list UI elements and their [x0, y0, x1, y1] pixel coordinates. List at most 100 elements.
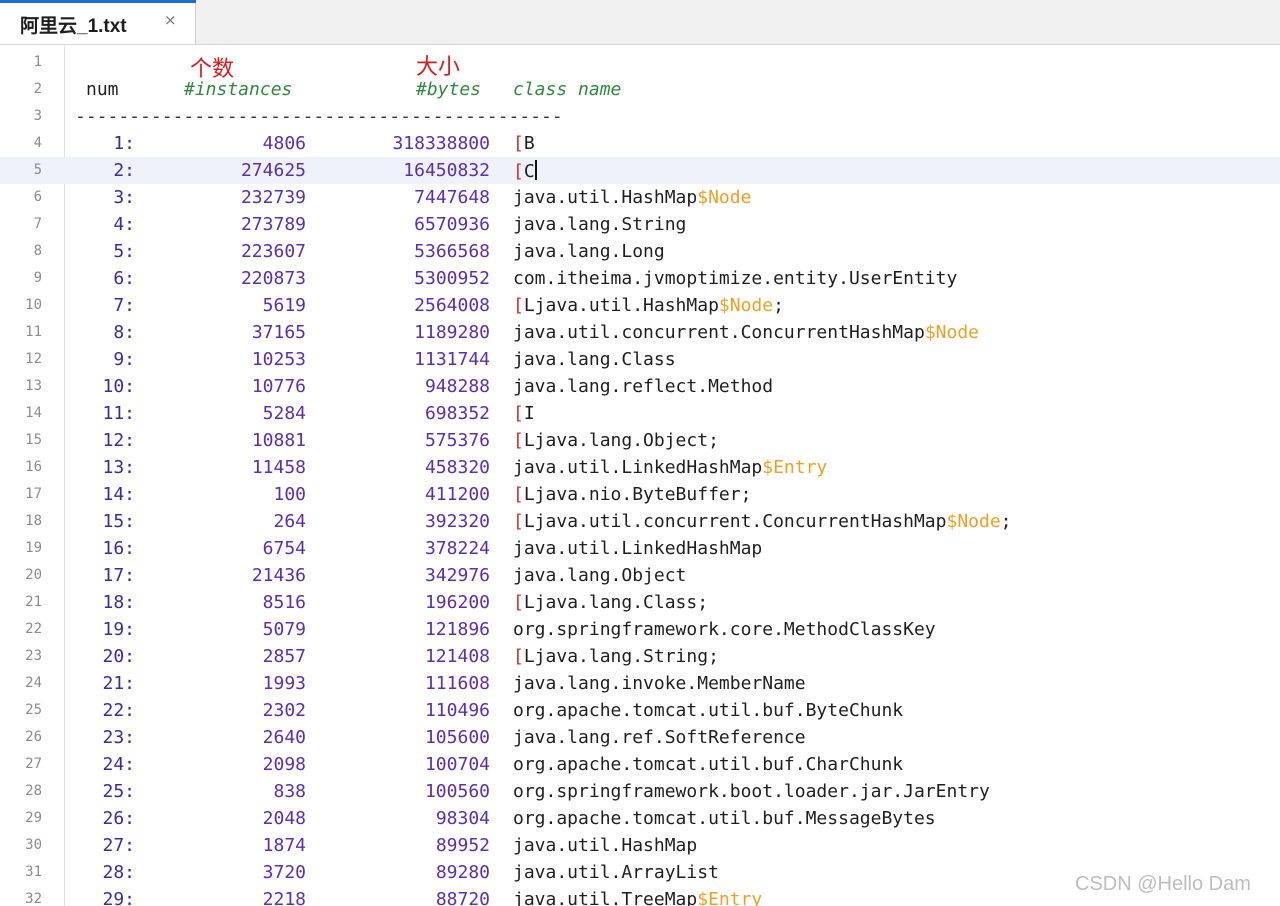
- tab-file[interactable]: 阿里云_1.txt ×: [0, 0, 196, 44]
- row-class-name: java.util.concurrent.ConcurrentHashMap$N…: [513, 322, 979, 343]
- row-instances: 2048: [262, 808, 306, 829]
- class-name-text: java.lang.Object: [513, 565, 687, 586]
- editor-line[interactable]: 17 14: 100 411200 [Ljava.nio.ByteBuffer;: [0, 481, 1280, 508]
- row-class-name: java.lang.ref.SoftReference: [513, 727, 806, 748]
- row-bytes: 342976: [424, 565, 490, 586]
- line-number: 19: [25, 540, 42, 556]
- class-name-text: java.util.HashMap: [513, 835, 698, 856]
- class-name-text: java.util.LinkedHashMap: [513, 538, 763, 559]
- editor-line[interactable]: 27 24: 2098 100704 org.apache.tomcat.util.bu…: [0, 751, 1280, 778]
- line-number: 24: [25, 675, 42, 691]
- line-number: 12: [25, 351, 42, 367]
- editor-line[interactable]: 15 12: 10881 575376 [Ljava.lang.Object;: [0, 427, 1280, 454]
- class-name-text: java.lang.invoke.MemberName: [513, 673, 806, 694]
- class-name-text: I: [523, 403, 535, 424]
- row-class-name: java.lang.String: [513, 214, 686, 235]
- row-num: 15:: [102, 511, 135, 532]
- class-name-text: java.util.HashMap: [513, 187, 698, 208]
- row-class-name: java.util.LinkedHashMap$Entry: [513, 457, 827, 478]
- row-bytes: 458320: [424, 457, 490, 478]
- class-name-text: java.lang.String: [513, 214, 687, 235]
- editor-line[interactable]: 29 26: 2048 98304 org.apache.tomcat.util.buf…: [0, 805, 1280, 832]
- editor-line[interactable]: 12 9: 10253 1131744 java.lang.Class: [0, 346, 1280, 373]
- editor-line[interactable]: 20 17: 21436 342976 java.lang.Object: [0, 562, 1280, 589]
- editor-line[interactable]: 18 15: 264 392320 [Ljava.util.concurrent.Con…: [0, 508, 1280, 535]
- editor-line[interactable]: 11 8: 37165 1189280 java.util.concurrent.Con…: [0, 319, 1280, 346]
- class-name-text: java.util.LinkedHashMap: [513, 457, 763, 478]
- row-instances: 11458: [251, 457, 306, 478]
- editor-line[interactable]: 8 5: 223607 5366568 java.lang.Long: [0, 238, 1280, 265]
- row-num: 23:: [102, 727, 135, 748]
- line-number: 17: [25, 486, 42, 502]
- row-class-name: [Ljava.nio.ByteBuffer;: [513, 484, 751, 505]
- class-array-prefix: [: [513, 133, 524, 154]
- tab-title[interactable]: 阿里云_1.txt: [20, 11, 127, 38]
- row-bytes: 575376: [424, 430, 490, 451]
- line-number: 29: [25, 810, 42, 826]
- row-bytes: 6570936: [414, 214, 490, 235]
- line-number: 32: [25, 891, 42, 906]
- editor-line[interactable]: 22 19: 5079 121896 org.springframework.core.…: [0, 616, 1280, 643]
- editor-line[interactable]: 7 4: 273789 6570936 java.lang.String: [0, 211, 1280, 238]
- editor-line[interactable]: 26 23: 2640 105600 java.lang.ref.SoftReferen…: [0, 724, 1280, 751]
- editor-line[interactable]: 2 num #instances #bytes class name: [0, 76, 1280, 103]
- editor[interactable]: 个数 大小 1 2 num #instances #bytes class name 3 --…: [0, 45, 1280, 906]
- row-num: 24:: [102, 754, 135, 775]
- class-inner-suffix: $Node: [718, 295, 774, 316]
- row-num: 27:: [102, 835, 135, 856]
- row-class-name: [Ljava.util.concurrent.ConcurrentHashMap…: [513, 511, 1012, 532]
- class-name-text: java.lang.Class: [513, 349, 676, 370]
- row-num: 6:: [113, 268, 135, 289]
- editor-line[interactable]: 25 22: 2302 110496 org.apache.tomcat.util.bu…: [0, 697, 1280, 724]
- close-icon[interactable]: ×: [164, 11, 177, 29]
- row-bytes: 88720: [435, 889, 490, 906]
- row-num: 19:: [102, 619, 135, 640]
- class-name-text: Ljava.util.HashMap: [523, 295, 719, 316]
- editor-line[interactable]: 21 18: 8516 196200 [Ljava.lang.Class;: [0, 589, 1280, 616]
- editor-line[interactable]: 19 16: 6754 378224 java.util.LinkedHashMap: [0, 535, 1280, 562]
- editor-line[interactable]: 14 11: 5284 698352 [I: [0, 400, 1280, 427]
- line-number: 10: [25, 297, 42, 313]
- editor-line[interactable]: 13 10: 10776 948288 java.lang.reflect.Method: [0, 373, 1280, 400]
- row-instances: 2857: [262, 646, 306, 667]
- row-num: 20:: [102, 646, 135, 667]
- editor-line[interactable]: 3 ---------------------------------------…: [0, 103, 1280, 130]
- editor-line[interactable]: 24 21: 1993 111608 java.lang.invoke.MemberNa…: [0, 670, 1280, 697]
- editor-line[interactable]: 4 1: 4806 318338800 [B: [0, 130, 1280, 157]
- row-bytes: 392320: [424, 511, 490, 532]
- row-instances: 10776: [251, 376, 306, 397]
- class-name-text: Ljava.lang.String;: [523, 646, 719, 667]
- editor-line[interactable]: 6 3: 232739 7447648 java.util.HashMap$Node: [0, 184, 1280, 211]
- class-inner-suffix: $Entry: [762, 457, 828, 478]
- line-number: 3: [33, 108, 42, 124]
- class-name-text: Ljava.lang.Object;: [523, 430, 719, 451]
- row-class-name: com.itheima.jvmoptimize.entity.UserEntit…: [513, 268, 957, 289]
- row-class-name: java.lang.invoke.MemberName: [513, 673, 806, 694]
- line-number: 9: [33, 270, 42, 286]
- editor-line[interactable]: 5 2: 274625 16450832 [C: [0, 157, 1280, 184]
- editor-line[interactable]: 28 25: 838 100560 org.springframework.boot.l…: [0, 778, 1280, 805]
- row-bytes: 7447648: [414, 187, 490, 208]
- row-num: 2:: [113, 160, 135, 181]
- editor-line[interactable]: 16 13: 11458 458320 java.util.LinkedHashMap$…: [0, 454, 1280, 481]
- row-class-name: org.apache.tomcat.util.buf.CharChunk: [513, 754, 903, 775]
- line-number: 21: [25, 594, 42, 610]
- row-instances: 232739: [240, 187, 306, 208]
- row-class-name: [I: [513, 403, 535, 424]
- line-number: 26: [25, 729, 42, 745]
- editor-line[interactable]: 10 7: 5619 2564008 [Ljava.util.HashMap$Node;: [0, 292, 1280, 319]
- editor-line[interactable]: 1: [0, 49, 1280, 76]
- class-array-prefix: [: [513, 403, 524, 424]
- editor-line[interactable]: 30 27: 1874 89952 java.util.HashMap: [0, 832, 1280, 859]
- row-bytes: 98304: [435, 808, 490, 829]
- line-number: 22: [25, 621, 42, 637]
- line-number: 7: [33, 216, 42, 232]
- class-name-text: org.apache.tomcat.util.buf.MessageBytes: [513, 808, 936, 829]
- editor-line[interactable]: 23 20: 2857 121408 [Ljava.lang.String;: [0, 643, 1280, 670]
- row-num: 29:: [102, 889, 135, 906]
- tab-bar: 阿里云_1.txt ×: [0, 0, 1280, 45]
- row-class-name: java.lang.Object: [513, 565, 686, 586]
- line-number: 2: [33, 81, 42, 97]
- editor-line[interactable]: 9 6: 220873 5300952 com.itheima.jvmoptimize.…: [0, 265, 1280, 292]
- class-name-text: org.apache.tomcat.util.buf.CharChunk: [513, 754, 904, 775]
